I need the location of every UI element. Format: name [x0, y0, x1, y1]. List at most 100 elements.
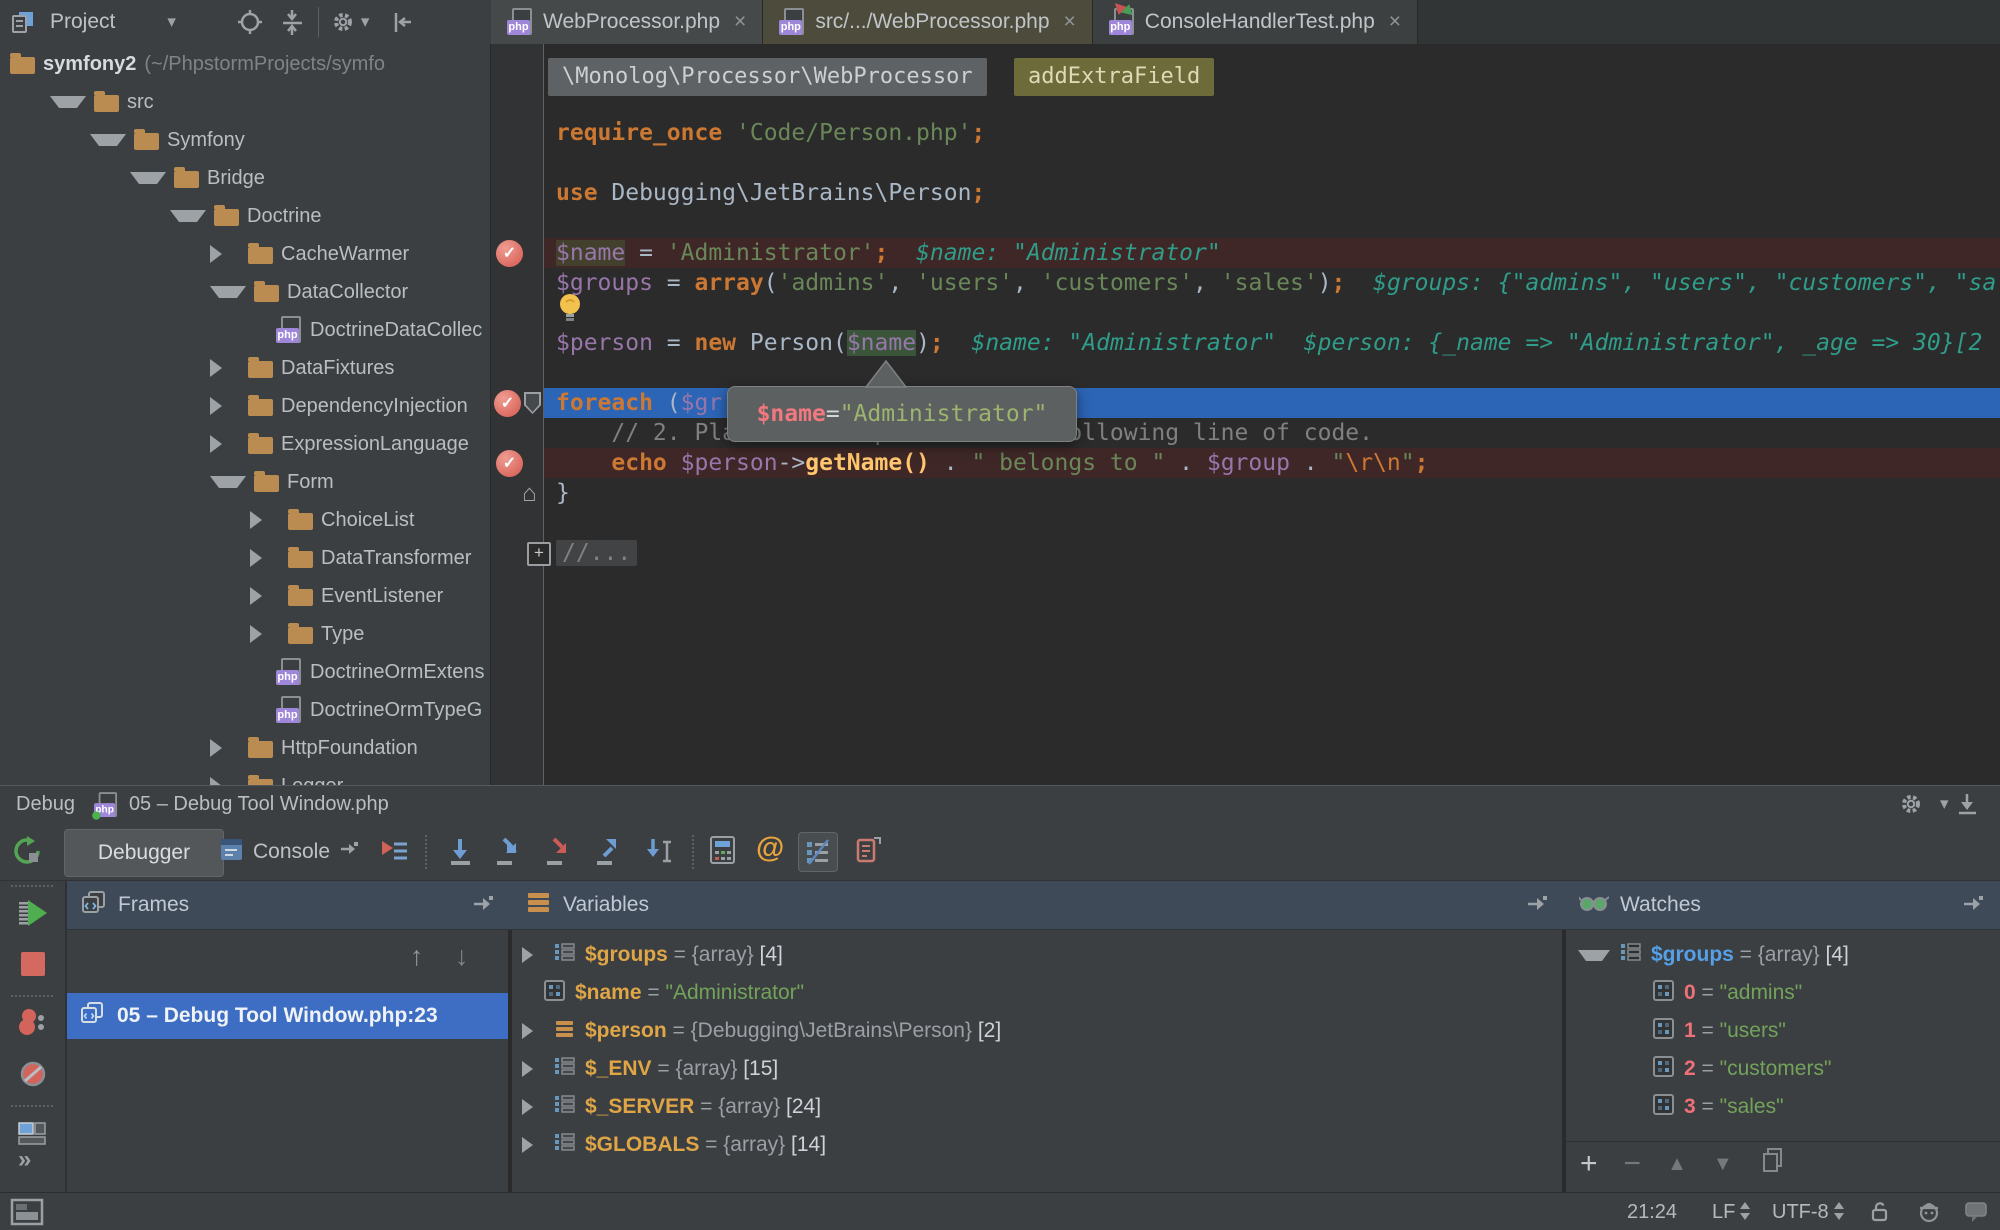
- step-into-icon[interactable]: [495, 836, 526, 872]
- tool-window-bars-icon[interactable]: [10, 1198, 44, 1230]
- frame-down-icon[interactable]: ↓: [455, 941, 469, 972]
- tree-item-doctrinedatacollector[interactable]: php DoctrineDataCollec: [0, 311, 490, 349]
- fold-marker-icon[interactable]: ⌂: [522, 480, 537, 508]
- tree-item-datatransformer[interactable]: DataTransformer: [0, 539, 490, 577]
- collapsed-arrow-icon[interactable]: [210, 397, 234, 415]
- tree-item-doctrineormextension[interactable]: php DoctrineOrmExtens: [0, 653, 490, 691]
- mute-breakpoints-icon[interactable]: [18, 1059, 48, 1094]
- watch-item-3[interactable]: 3 = "sales": [1566, 1088, 2000, 1126]
- evaluate-expression-icon[interactable]: [708, 835, 738, 871]
- breadcrumb-class-chip[interactable]: \Monolog\Processor\WebProcessor: [548, 58, 987, 96]
- tree-item-symfony[interactable]: Symfony: [0, 121, 490, 159]
- chevron-down-icon[interactable]: ▾: [1940, 794, 1949, 814]
- stop-icon[interactable]: [19, 950, 47, 983]
- tree-item-httpfoundation[interactable]: HttpFoundation: [0, 729, 490, 767]
- watch-item-0[interactable]: 0 = "admins": [1566, 974, 2000, 1012]
- tree-item-dependencyinjection[interactable]: DependencyInjection: [0, 387, 490, 425]
- close-icon[interactable]: ×: [1064, 10, 1076, 34]
- tree-item-datafixtures[interactable]: DataFixtures: [0, 349, 490, 387]
- tree-item-type[interactable]: Type: [0, 615, 490, 653]
- expanded-arrow-icon[interactable]: [1578, 949, 1610, 961]
- collapse-all-icon[interactable]: [276, 5, 310, 39]
- collapsed-arrow-icon[interactable]: [522, 1061, 544, 1077]
- lock-icon[interactable]: [1868, 1200, 1892, 1230]
- collapsed-arrow-icon[interactable]: [210, 359, 234, 377]
- tree-item-logger[interactable]: Logger: [0, 767, 490, 785]
- tree-item-doctrine[interactable]: Doctrine: [0, 197, 490, 235]
- code-editor[interactable]: require_once 'Code/Person.php'; use Debu…: [491, 44, 2000, 785]
- expanded-arrow-icon[interactable]: [50, 96, 86, 108]
- collapsed-arrow-icon[interactable]: [522, 1099, 544, 1115]
- remove-watch-icon[interactable]: −: [1624, 1147, 1642, 1181]
- watch-item-2[interactable]: 2 = "customers": [1566, 1050, 2000, 1088]
- variable-row-globals[interactable]: $GLOBALS = {array} [14]: [512, 1126, 1562, 1164]
- run-to-cursor-icon[interactable]: [645, 836, 676, 872]
- export-icon[interactable]: [1962, 893, 1984, 921]
- more-options-icon[interactable]: »: [18, 1146, 31, 1174]
- locate-file-icon[interactable]: [234, 5, 268, 39]
- variable-row-name[interactable]: $name = "Administrator": [512, 974, 1562, 1012]
- expanded-arrow-icon[interactable]: [210, 286, 246, 298]
- tree-item-bridge[interactable]: Bridge: [0, 159, 490, 197]
- frame-up-icon[interactable]: ↑: [410, 941, 424, 972]
- show-execution-point-icon[interactable]: [380, 836, 411, 872]
- intention-bulb-icon[interactable]: [557, 292, 585, 329]
- force-step-into-icon[interactable]: [545, 836, 576, 872]
- show-values-inline-toggle[interactable]: [798, 832, 838, 872]
- inspections-hector-icon[interactable]: [1916, 1198, 1942, 1230]
- collapsed-arrow-icon[interactable]: [210, 739, 234, 757]
- step-over-icon[interactable]: [445, 836, 476, 872]
- duplicate-watch-icon[interactable]: [1759, 1146, 1787, 1182]
- expanded-arrow-icon[interactable]: [90, 134, 126, 146]
- collapsed-arrow-icon[interactable]: [210, 435, 234, 453]
- add-watch-icon[interactable]: +: [1580, 1147, 1598, 1181]
- collapsed-arrow-icon[interactable]: [522, 1137, 544, 1153]
- collapsed-arrow-icon[interactable]: [210, 245, 234, 263]
- tab-consolehandlertest[interactable]: php ConsoleHandlerTest.php ×: [1092, 0, 1419, 44]
- hide-panel-icon[interactable]: [385, 5, 419, 39]
- collapsed-arrow-icon[interactable]: [250, 549, 274, 567]
- chevron-down-icon[interactable]: ▾: [167, 12, 176, 32]
- close-icon[interactable]: ×: [734, 10, 746, 34]
- breakpoint-icon[interactable]: ✓: [494, 390, 521, 417]
- collapsed-arrow-icon[interactable]: [250, 511, 274, 529]
- tree-item-form[interactable]: Form: [0, 463, 490, 501]
- copy-stack-icon[interactable]: [852, 835, 882, 870]
- expanded-arrow-icon[interactable]: [170, 210, 206, 222]
- hide-window-icon[interactable]: [1954, 791, 1981, 824]
- frame-row-selected[interactable]: 05 – Debug Tool Window.php:23: [67, 993, 508, 1039]
- caret-position[interactable]: 21:24: [1627, 1201, 1677, 1224]
- tree-item-datacollector[interactable]: DataCollector: [0, 273, 490, 311]
- export-icon[interactable]: [1526, 893, 1548, 921]
- at-sign-icon[interactable]: @: [756, 832, 784, 865]
- tab-webprocessor[interactable]: php WebProcessor.php ×: [491, 0, 764, 44]
- expanded-arrow-icon[interactable]: [210, 476, 246, 488]
- tree-item-cachewarmer[interactable]: CacheWarmer: [0, 235, 490, 273]
- line-separator[interactable]: LF: [1712, 1201, 1751, 1224]
- collapsed-arrow-icon[interactable]: [210, 777, 234, 785]
- tree-item-choicelist[interactable]: ChoiceList: [0, 501, 490, 539]
- variable-row-env[interactable]: $_ENV = {array} [15]: [512, 1050, 1562, 1088]
- tree-root-symfony2[interactable]: symfony2 (~/PhpstormProjects/symfo: [0, 45, 490, 83]
- move-down-icon[interactable]: ▼: [1713, 1153, 1733, 1176]
- view-breakpoints-icon[interactable]: [17, 1007, 49, 1042]
- variable-row-person[interactable]: $person = {Debugging\JetBrains\Person} […: [512, 1012, 1562, 1050]
- event-log-bubble-icon[interactable]: [1964, 1200, 1990, 1230]
- export-icon[interactable]: [472, 893, 494, 921]
- resume-program-icon[interactable]: [17, 898, 49, 933]
- watch-row-groups[interactable]: $groups = {array} [4]: [1566, 936, 2000, 974]
- code-token-hovered[interactable]: $name: [846, 330, 917, 356]
- project-selector[interactable]: Project: [50, 10, 115, 34]
- tree-item-eventlistener[interactable]: EventListener: [0, 577, 490, 615]
- tree-item-expressionlanguage[interactable]: ExpressionLanguage: [0, 425, 490, 463]
- step-out-icon[interactable]: [595, 836, 626, 872]
- tab-src-webprocessor[interactable]: php src/.../WebProcessor.php ×: [763, 0, 1093, 44]
- expanded-arrow-icon[interactable]: [130, 172, 166, 184]
- collapsed-arrow-icon[interactable]: [250, 625, 274, 643]
- collapsed-arrow-icon[interactable]: [522, 1023, 544, 1039]
- variable-row-groups[interactable]: $groups = {array} [4]: [512, 936, 1562, 974]
- close-icon[interactable]: ×: [1389, 10, 1401, 34]
- watch-item-1[interactable]: 1 = "users": [1566, 1012, 2000, 1050]
- breakpoint-icon[interactable]: ✓: [496, 450, 523, 477]
- collapsed-arrow-icon[interactable]: [250, 587, 274, 605]
